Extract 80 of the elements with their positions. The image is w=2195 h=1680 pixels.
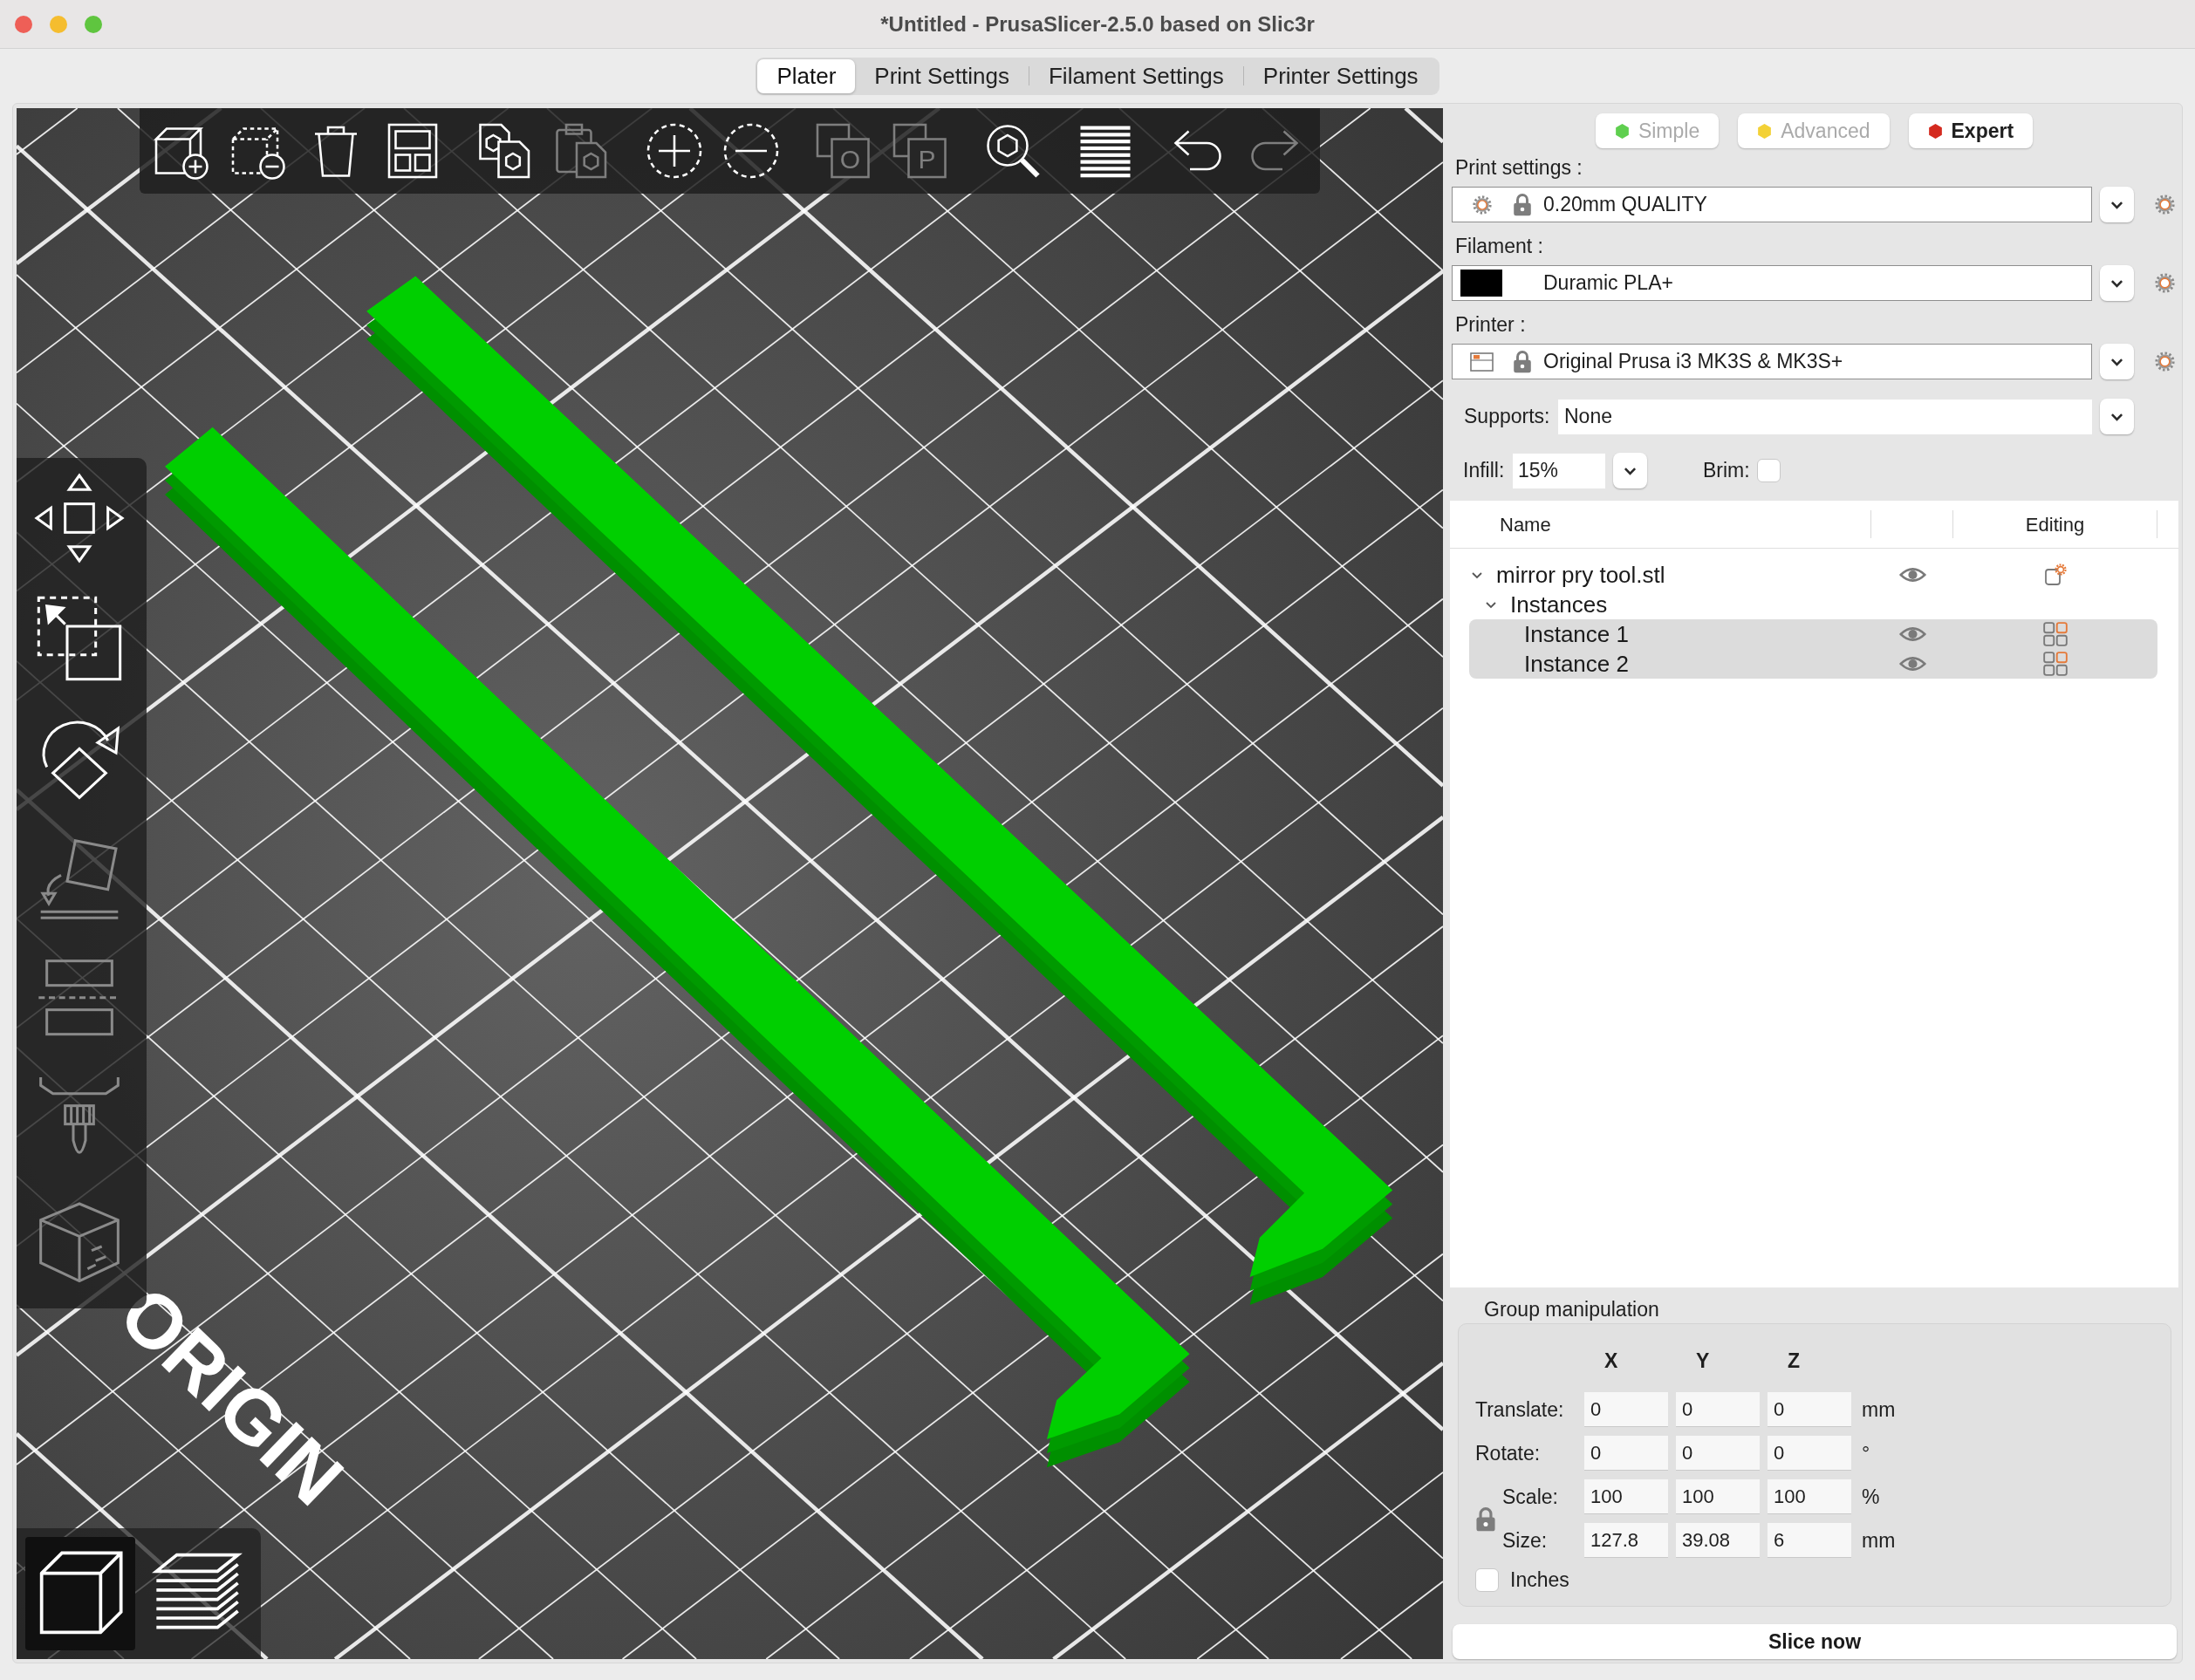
value-field[interactable]: 0: [1676, 1392, 1760, 1427]
gear-icon[interactable]: [2155, 273, 2175, 293]
window-title: *Untitled - PrusaSlicer-2.5.0 based on Slic3r: [880, 10, 1315, 38]
preset-combo[interactable]: 0.20mm QUALITY: [1452, 187, 2092, 222]
dropdown-button[interactable]: [2100, 265, 2134, 301]
preset-label: Print settings :: [1455, 157, 1583, 178]
axis-label: Y: [1696, 1349, 1710, 1372]
tree-item-label: Instances: [1510, 593, 1608, 616]
3d-view-button[interactable]: [25, 1537, 135, 1650]
dropdown-button[interactable]: [2100, 344, 2134, 379]
column-header[interactable]: Editing: [2025, 509, 2085, 539]
value-field[interactable]: 100: [1768, 1479, 1851, 1514]
checkbox[interactable]: [1475, 1568, 1499, 1592]
chevron-down-icon: [2110, 278, 2123, 288]
preset-combo[interactable]: Duramic PLA+: [1452, 265, 2092, 301]
field-label: Infill:: [1463, 458, 1506, 484]
checkbox-label: Inches: [1510, 1567, 1569, 1594]
chevron-down-icon: [2110, 412, 2123, 421]
chevron-down-icon: [1624, 466, 1637, 475]
eye-icon[interactable]: [1898, 655, 1926, 673]
value-field[interactable]: 100: [1584, 1479, 1668, 1514]
field-label: Supports:: [1464, 404, 1551, 430]
unit-label: %: [1862, 1484, 1880, 1510]
unit-label: mm: [1862, 1527, 1896, 1554]
field-label: Scale:: [1502, 1484, 1559, 1510]
slice-now-button[interactable]: Slice now: [1453, 1624, 2177, 1659]
field-label: Rotate:: [1475, 1440, 1542, 1466]
value-field[interactable]: 0: [1768, 1436, 1851, 1471]
value-field[interactable]: 6: [1768, 1523, 1851, 1558]
chevron-down-icon[interactable]: [1472, 570, 1482, 580]
tab[interactable]: Print Settings: [855, 58, 1029, 93]
dropdown-button[interactable]: [2100, 399, 2134, 434]
column-header[interactable]: Name: [1500, 509, 1551, 539]
tree-item-label: mirror pry tool.stl: [1496, 563, 1665, 586]
tree-item[interactable]: Instance 2: [1469, 649, 2157, 679]
axis-label: X: [1604, 1349, 1618, 1372]
tab[interactable]: Printer Settings: [1243, 58, 1438, 93]
dropdown-button[interactable]: [1613, 453, 1647, 488]
tree-item[interactable]: mirror pry tool.stl: [1469, 560, 2157, 590]
field-label: Brim:: [1703, 458, 1750, 484]
value-field[interactable]: 100: [1676, 1479, 1760, 1514]
mode-button[interactable]: Expert: [1908, 113, 2034, 148]
tab[interactable]: Plater: [757, 58, 856, 93]
checkbox[interactable]: [1756, 459, 1781, 482]
value-field[interactable]: 127.8: [1584, 1523, 1668, 1558]
tree-item-label: Instance 2: [1524, 652, 1629, 675]
gear-icon: [1473, 195, 1492, 215]
tree-item[interactable]: Instances: [1469, 590, 2157, 619]
gear-icon[interactable]: [2155, 352, 2175, 372]
value-field[interactable]: 0: [1676, 1436, 1760, 1471]
section-title: Group manipulation: [1484, 1299, 1659, 1320]
value-field[interactable]: 39.08: [1676, 1523, 1760, 1558]
chevron-down-icon: [2110, 357, 2123, 366]
grid-squares-icon[interactable]: [2043, 622, 2068, 646]
gear-icon[interactable]: [2155, 195, 2175, 215]
infill-field[interactable]: 15%: [1513, 453, 1605, 488]
grid-squares-icon[interactable]: [2043, 652, 2068, 676]
close-window-button[interactable]: [15, 15, 32, 33]
square-gear-icon[interactable]: [2044, 563, 2067, 586]
chevron-down-icon: [2110, 200, 2123, 209]
preset-combo[interactable]: Original Prusa i3 MK3S & MK3S+: [1452, 344, 2092, 379]
preset-label: Filament :: [1455, 236, 1543, 256]
value-field[interactable]: 0: [1768, 1392, 1851, 1427]
value-field[interactable]: 0: [1584, 1436, 1668, 1471]
field-label: Size:: [1502, 1527, 1549, 1554]
eye-icon[interactable]: [1898, 625, 1926, 643]
supports-combo[interactable]: None: [1558, 399, 2092, 434]
chevron-down-icon[interactable]: [1486, 599, 1496, 610]
unit-label: °: [1862, 1440, 1870, 1466]
preset-label: Printer :: [1455, 314, 1526, 335]
eye-icon[interactable]: [1898, 566, 1926, 584]
value-field[interactable]: 0: [1584, 1392, 1668, 1427]
tree-item[interactable]: Instance 1: [1469, 619, 2157, 649]
tab[interactable]: Filament Settings: [1029, 58, 1243, 93]
tree-item-label: Instance 1: [1524, 623, 1629, 645]
window-icon: [1470, 352, 1494, 372]
unit-label: mm: [1862, 1397, 1896, 1423]
field-label: Translate:: [1475, 1397, 1565, 1423]
dropdown-button[interactable]: [2100, 187, 2134, 222]
axis-label: Z: [1788, 1349, 1801, 1372]
